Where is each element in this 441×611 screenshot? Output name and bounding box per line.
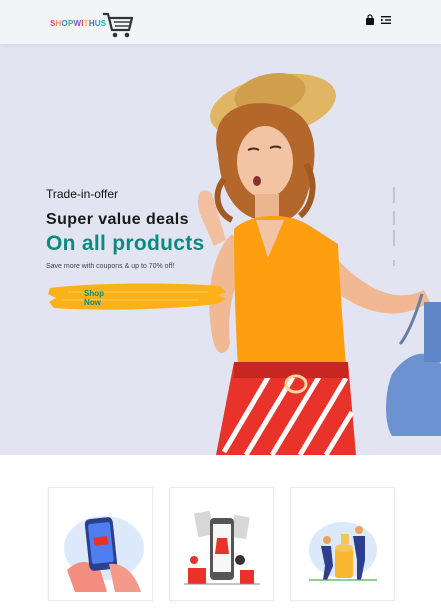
online-store-icon bbox=[184, 510, 260, 585]
shop-now-label: Shop Now bbox=[84, 289, 104, 307]
offer-label: Trade-in-offer bbox=[46, 187, 119, 201]
slider-indicator-4[interactable] bbox=[393, 260, 395, 266]
brand-logo-text[interactable]: SHOPWITHUS bbox=[50, 19, 106, 28]
shop-now-button[interactable]: Shop Now bbox=[48, 280, 228, 314]
site-header: SHOPWITHUS bbox=[0, 0, 441, 44]
feature-card-savings[interactable] bbox=[290, 487, 395, 601]
shopping-bag-icon[interactable] bbox=[364, 14, 376, 26]
shopping-cart-logo-icon[interactable] bbox=[102, 10, 134, 40]
menu-icon[interactable] bbox=[380, 14, 392, 26]
brush-stroke-background bbox=[48, 283, 226, 310]
slider-indicator-1[interactable] bbox=[393, 187, 395, 203]
hero-subheadline: On all products bbox=[46, 232, 205, 255]
savings-icon bbox=[309, 522, 377, 581]
slider-indicator-3[interactable] bbox=[393, 230, 395, 246]
slider-indicator-2[interactable] bbox=[393, 211, 395, 225]
hero-tagline: Save more with coupons & up to 70% off! bbox=[46, 263, 175, 270]
mobile-shopping-icon bbox=[64, 516, 144, 592]
hero-banner: Trade-in-offer Super value deals On all … bbox=[0, 44, 441, 455]
logo-letter: W bbox=[73, 19, 82, 28]
feature-card-mobile-shopping[interactable] bbox=[48, 487, 153, 601]
feature-card-online-store[interactable] bbox=[169, 487, 274, 601]
hero-headline: Super value deals bbox=[46, 211, 189, 228]
feature-section bbox=[0, 455, 441, 611]
